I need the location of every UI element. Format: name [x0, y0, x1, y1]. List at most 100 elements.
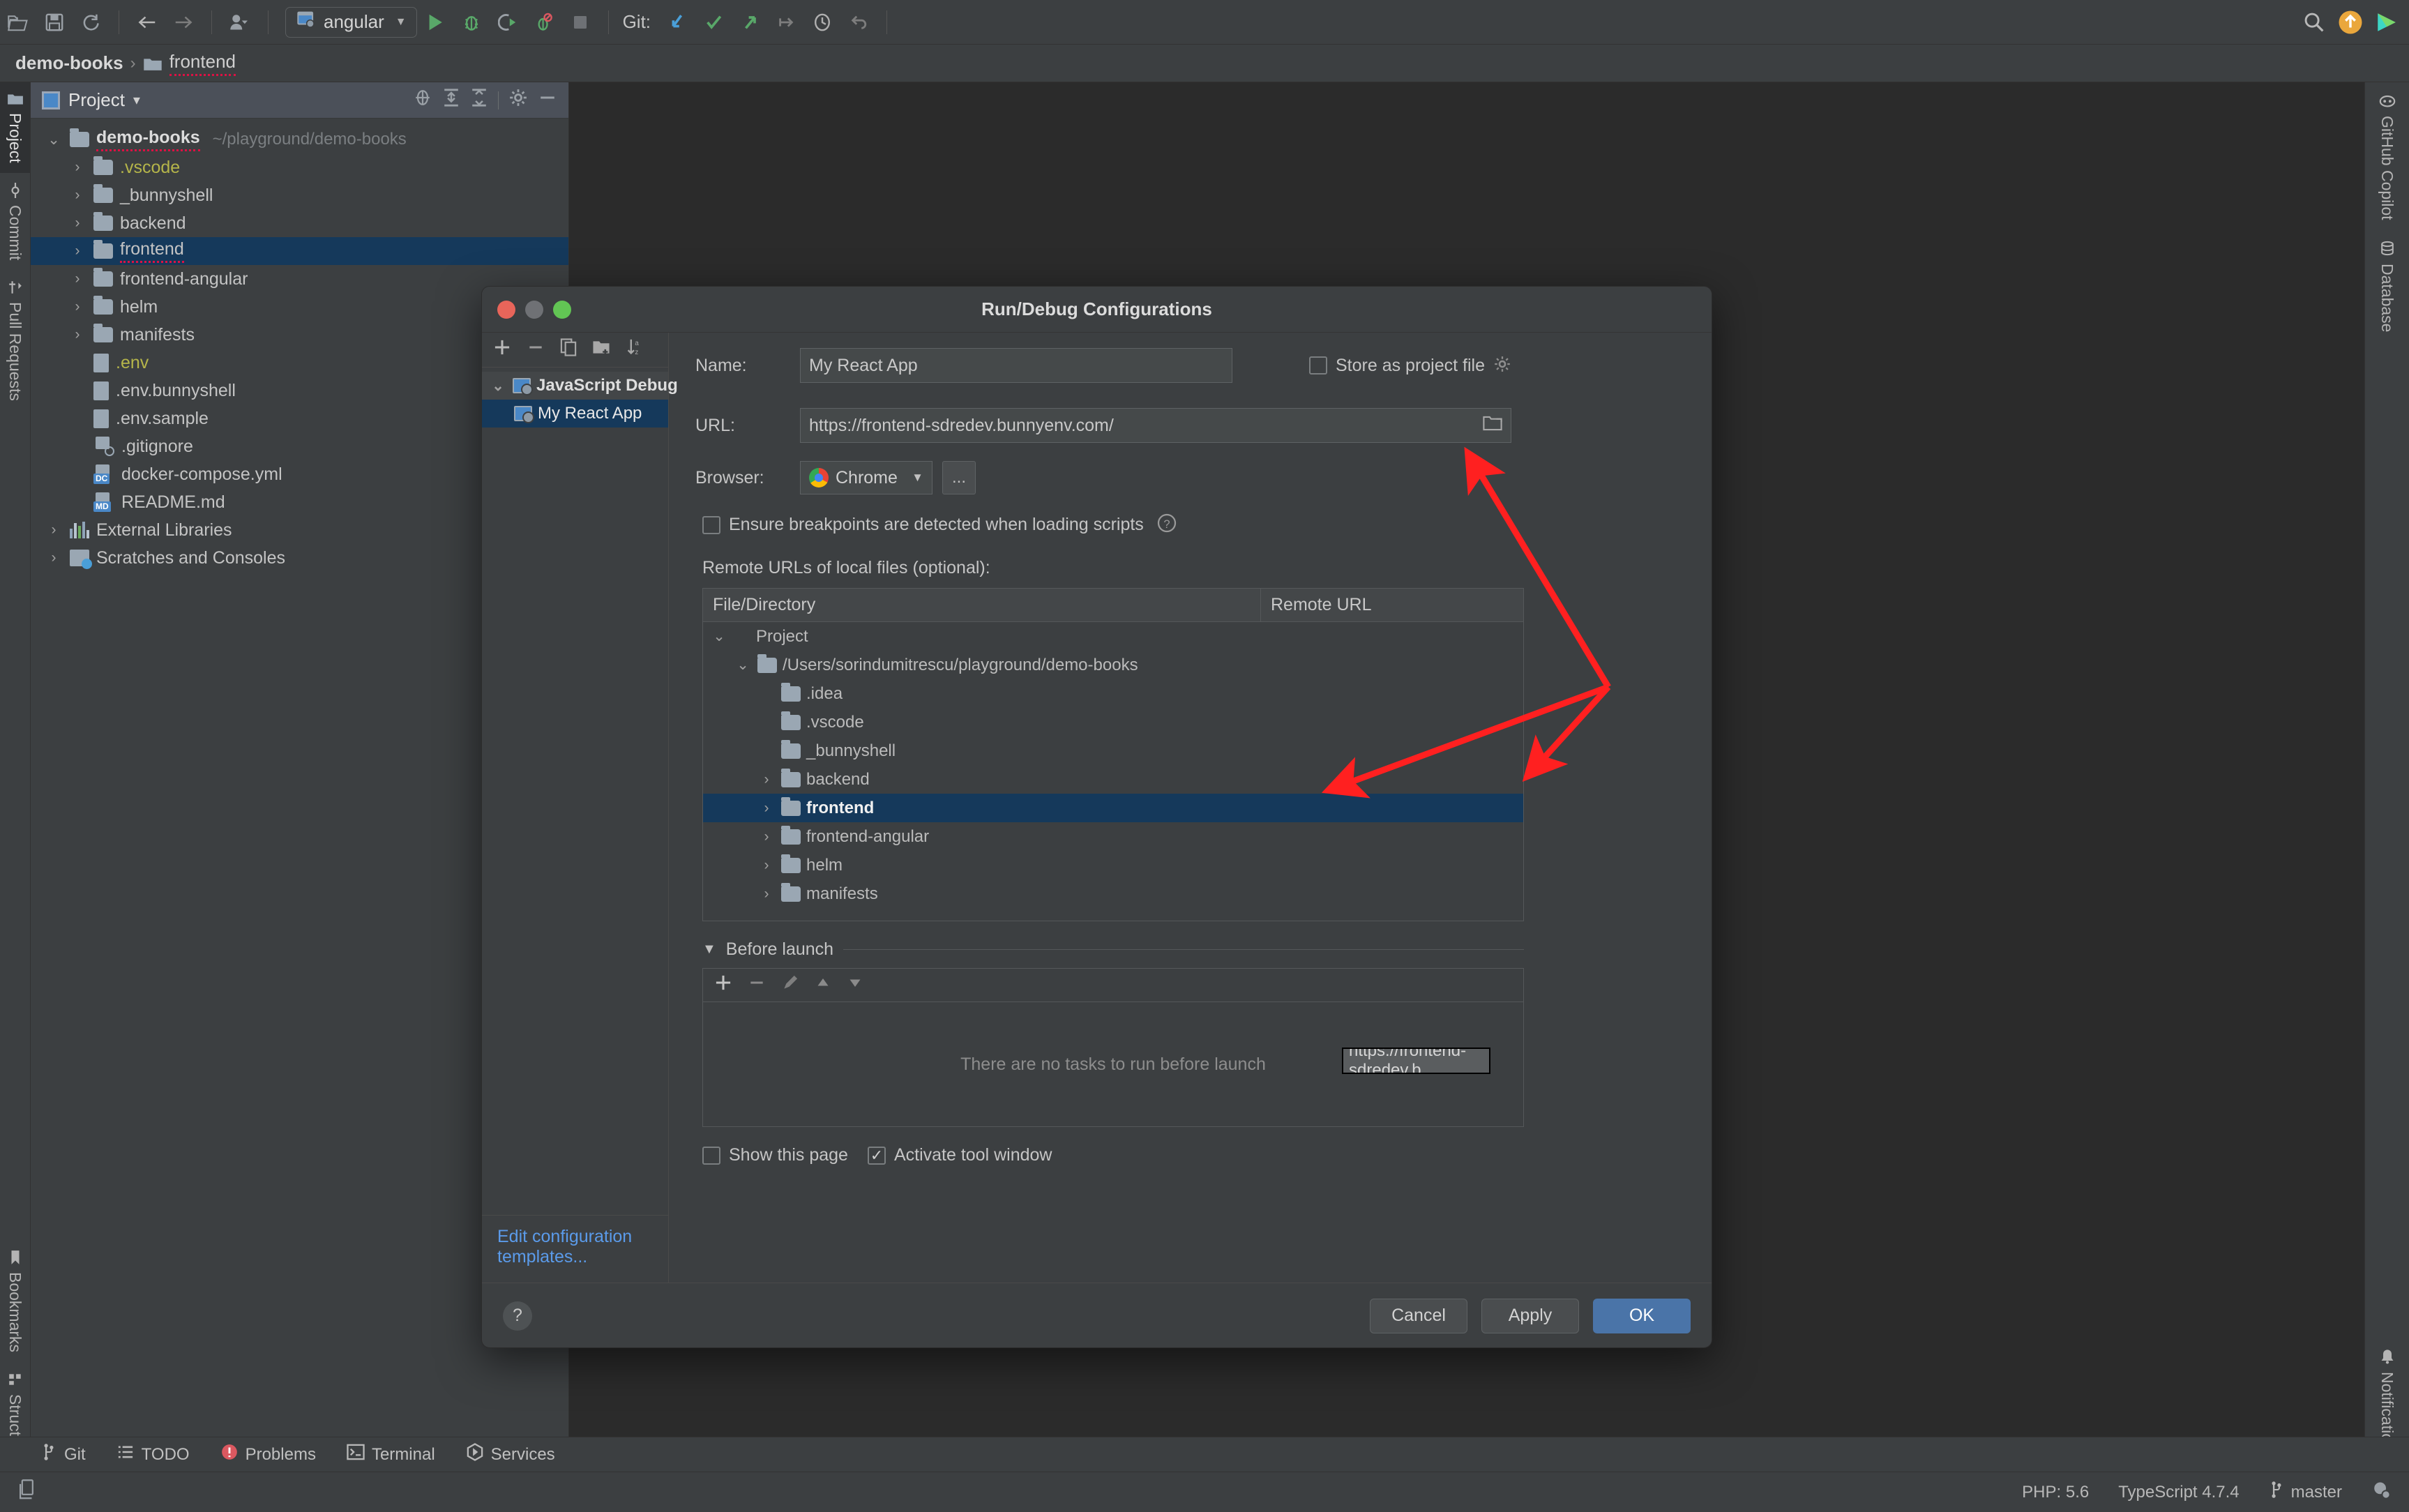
git-update-icon[interactable]	[659, 4, 695, 40]
remote-urls-table-row[interactable]: ›.vscode	[703, 708, 1523, 736]
help-circle-icon[interactable]: ?	[1156, 513, 1177, 537]
move-up-icon[interactable]	[815, 974, 831, 996]
status-branch[interactable]: master	[2269, 1481, 2342, 1504]
chevron-down-icon[interactable]: ⌄	[734, 656, 752, 674]
column-header-file-directory[interactable]: File/Directory	[703, 589, 1261, 621]
show-this-page-row[interactable]: Show this page	[702, 1145, 848, 1165]
activate-tool-window-row[interactable]: Activate tool window	[867, 1145, 1052, 1165]
status-typescript[interactable]: TypeScript 4.7.4	[2118, 1483, 2239, 1502]
git-merge-icon[interactable]	[768, 4, 804, 40]
remote-urls-table-body[interactable]: ⌄ Project ⌄/Users/sorindumitrescu/playgrou…	[703, 622, 1523, 908]
remove-icon[interactable]	[748, 974, 766, 997]
chevron-right-icon[interactable]: ›	[68, 271, 86, 287]
git-rollback-icon[interactable]	[840, 4, 877, 40]
chevron-right-icon[interactable]: ›	[68, 159, 86, 176]
add-icon[interactable]	[493, 338, 511, 361]
remote-urls-table-row[interactable]: › backend	[703, 765, 1523, 794]
save-as-folder-icon[interactable]	[592, 339, 610, 361]
remote-urls-table-row[interactable]: › frontend	[703, 794, 1523, 822]
remote-urls-table-row[interactable]: › frontend-angular	[703, 822, 1523, 851]
ok-button[interactable]: OK	[1593, 1298, 1691, 1333]
git-history-icon[interactable]	[804, 4, 840, 40]
remote-urls-table-row[interactable]: ⌄ /Users/sorindumitrescu/playground/demo-…	[703, 651, 1523, 679]
debug-button[interactable]	[453, 4, 490, 40]
breadcrumb-item-frontend[interactable]: frontend	[169, 51, 236, 76]
remote-urls-table-row[interactable]: ›_bunnyshell	[703, 736, 1523, 765]
zoom-button[interactable]	[553, 300, 571, 319]
project-tree-row[interactable]: › _bunnyshell	[31, 181, 568, 209]
chevron-right-icon[interactable]: ›	[68, 243, 86, 259]
remove-icon[interactable]	[527, 338, 545, 361]
search-icon[interactable]	[2296, 4, 2332, 40]
configurations-tree[interactable]: ⌄ JavaScript Debug My React App	[482, 368, 678, 1215]
show-this-page-checkbox[interactable]	[702, 1146, 720, 1165]
config-item-row[interactable]: My React App	[482, 400, 668, 428]
user-avatar-icon[interactable]	[222, 4, 258, 40]
rail-item-bookmarks[interactable]: Bookmarks	[0, 1240, 30, 1362]
chevron-right-icon[interactable]: ›	[757, 829, 776, 845]
run-configuration-selector[interactable]: angular ▼	[285, 6, 417, 38]
chevron-right-icon[interactable]: ›	[45, 522, 63, 538]
tool-strip-item-todo[interactable]: TODO	[116, 1443, 190, 1466]
multi-file-icon[interactable]	[18, 1479, 38, 1505]
locate-icon[interactable]	[413, 88, 432, 112]
tool-strip-item-problems[interactable]: Problems	[220, 1443, 316, 1466]
copy-icon[interactable]	[560, 338, 577, 361]
edit-pencil-icon[interactable]	[781, 974, 799, 997]
store-as-project-file-checkbox[interactable]	[1309, 356, 1327, 375]
remote-urls-table-row[interactable]: ›.idea	[703, 679, 1523, 708]
add-icon[interactable]	[714, 974, 732, 997]
run-with-coverage-button[interactable]	[490, 4, 526, 40]
collapse-all-icon[interactable]	[470, 88, 488, 112]
rail-item-github-copilot[interactable]: GitHub Copilot	[2365, 82, 2409, 230]
project-tree-row[interactable]: › .vscode	[31, 153, 568, 181]
stop-button[interactable]	[562, 4, 598, 40]
triangle-down-icon[interactable]: ▼	[702, 942, 716, 958]
gear-icon[interactable]	[1493, 355, 1511, 377]
sort-az-icon[interactable]: az	[626, 338, 642, 362]
browser-select[interactable]: Chrome ▼	[800, 461, 932, 494]
project-tree-row[interactable]: › backend	[31, 209, 568, 237]
rail-item-pull-requests[interactable]: Pull Requests	[0, 270, 30, 411]
tool-strip-item-services[interactable]: Services	[466, 1443, 555, 1466]
project-tree-row[interactable]: › frontend	[31, 237, 568, 265]
rail-item-commit[interactable]: Commit	[0, 173, 30, 270]
chevron-right-icon[interactable]: ›	[757, 886, 776, 902]
remote-urls-table[interactable]: File/Directory Remote URL ⌄ Project ⌄/User…	[702, 588, 1524, 921]
ensure-breakpoints-row[interactable]: Ensure breakpoints are detected when loa…	[702, 513, 1692, 537]
git-commit-icon[interactable]	[695, 4, 732, 40]
forward-arrow-icon[interactable]	[165, 4, 202, 40]
chevron-right-icon[interactable]: ›	[68, 298, 86, 315]
stop-debug-icon[interactable]	[526, 4, 562, 40]
minimize-icon[interactable]	[538, 88, 557, 112]
git-push-icon[interactable]	[732, 4, 768, 40]
update-arrow-icon[interactable]	[2332, 4, 2369, 40]
chevron-right-icon[interactable]: ›	[45, 550, 63, 566]
remote-urls-table-row[interactable]: › helm	[703, 851, 1523, 879]
sync-icon[interactable]	[73, 4, 109, 40]
chevron-right-icon[interactable]: ›	[68, 326, 86, 343]
activate-tool-window-checkbox[interactable]	[867, 1146, 886, 1165]
open-folder-icon[interactable]	[0, 4, 36, 40]
cancel-button[interactable]: Cancel	[1370, 1298, 1467, 1333]
help-button[interactable]: ?	[503, 1301, 532, 1331]
tool-strip-item-git[interactable]: Git	[40, 1443, 86, 1466]
remote-urls-table-row[interactable]: › manifests	[703, 879, 1523, 908]
move-down-icon[interactable]	[847, 974, 863, 996]
close-button[interactable]	[497, 300, 515, 319]
url-input[interactable]: https://frontend-sdredev.bunnyenv.com/	[800, 408, 1511, 443]
back-arrow-icon[interactable]	[129, 4, 165, 40]
remote-urls-table-row[interactable]: ⌄ Project	[703, 622, 1523, 651]
column-header-remote-url[interactable]: Remote URL	[1261, 589, 1523, 621]
store-as-project-file-row[interactable]: Store as project file	[1309, 355, 1511, 377]
save-icon[interactable]	[36, 4, 73, 40]
name-input[interactable]: My React App	[800, 348, 1232, 383]
gear-icon[interactable]	[508, 88, 528, 112]
config-group-row[interactable]: ⌄ JavaScript Debug	[482, 372, 678, 400]
chevron-right-icon[interactable]: ›	[757, 800, 776, 817]
rail-item-database[interactable]: Database	[2365, 230, 2409, 342]
chevron-right-icon[interactable]: ›	[757, 771, 776, 788]
browser-more-button[interactable]: ...	[942, 461, 976, 494]
jetbrains-icon[interactable]	[2369, 4, 2405, 40]
breadcrumb-root[interactable]: demo-books	[15, 52, 123, 74]
